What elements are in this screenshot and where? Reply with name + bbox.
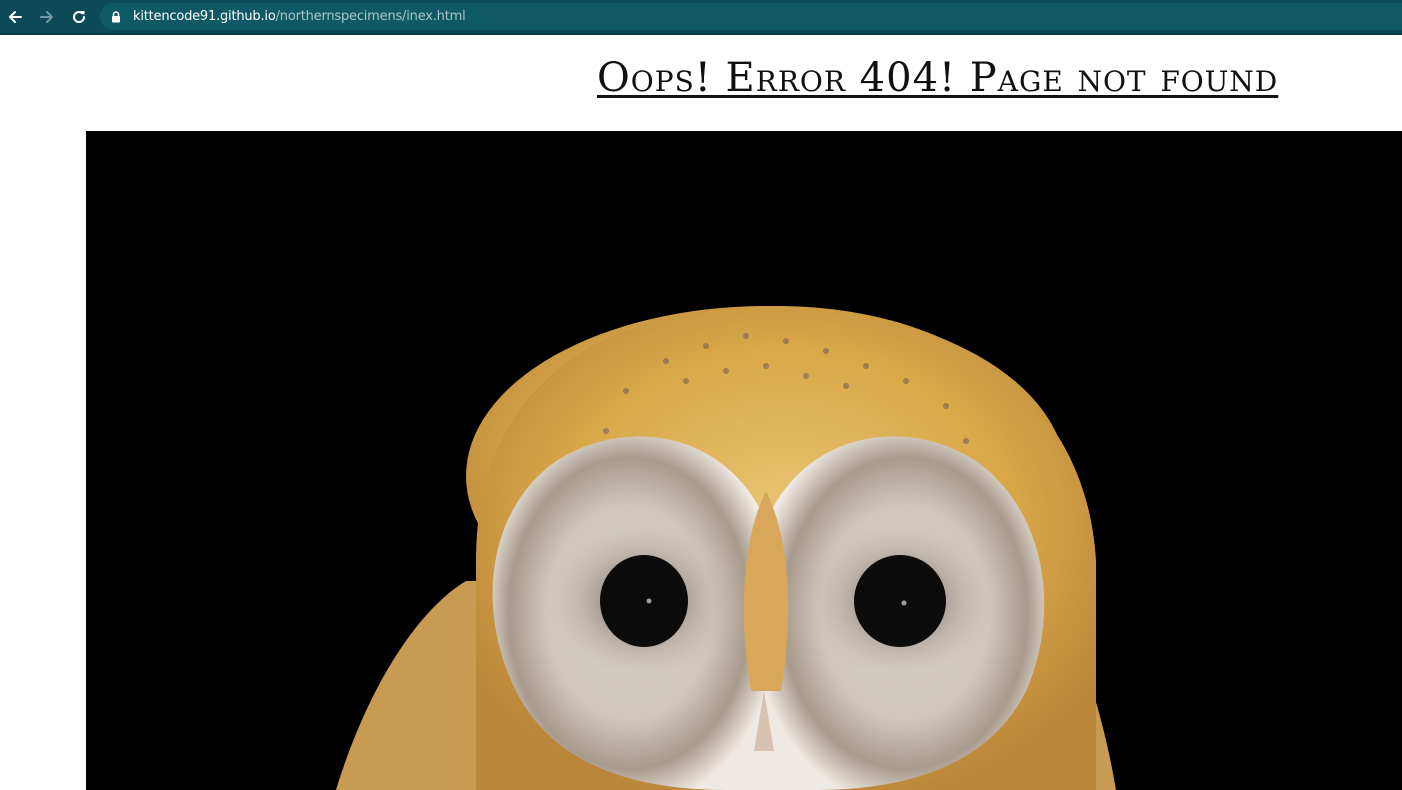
forward-button[interactable] bbox=[36, 6, 58, 28]
page-title: Oops! Error 404! Page not found bbox=[597, 55, 1279, 101]
url-path: /northernspecimens/inex.html bbox=[275, 9, 466, 24]
address-bar[interactable]: kittencode91.github.io/northernspecimens… bbox=[100, 3, 1402, 30]
arrow-left-icon bbox=[9, 10, 22, 23]
page-content: Oops! Error 404! Page not found bbox=[0, 35, 1402, 790]
back-button[interactable] bbox=[4, 6, 26, 28]
browser-toolbar: kittencode91.github.io/northernspecimens… bbox=[0, 0, 1402, 35]
url-host: kittencode91.github.io bbox=[133, 9, 276, 24]
url-text[interactable]: kittencode91.github.io/northernspecimens… bbox=[133, 9, 466, 24]
lock-icon[interactable] bbox=[111, 10, 121, 23]
owl-photo bbox=[86, 131, 1402, 790]
reload-icon bbox=[73, 10, 86, 23]
reload-button[interactable] bbox=[68, 6, 90, 28]
arrow-right-icon bbox=[40, 10, 53, 23]
